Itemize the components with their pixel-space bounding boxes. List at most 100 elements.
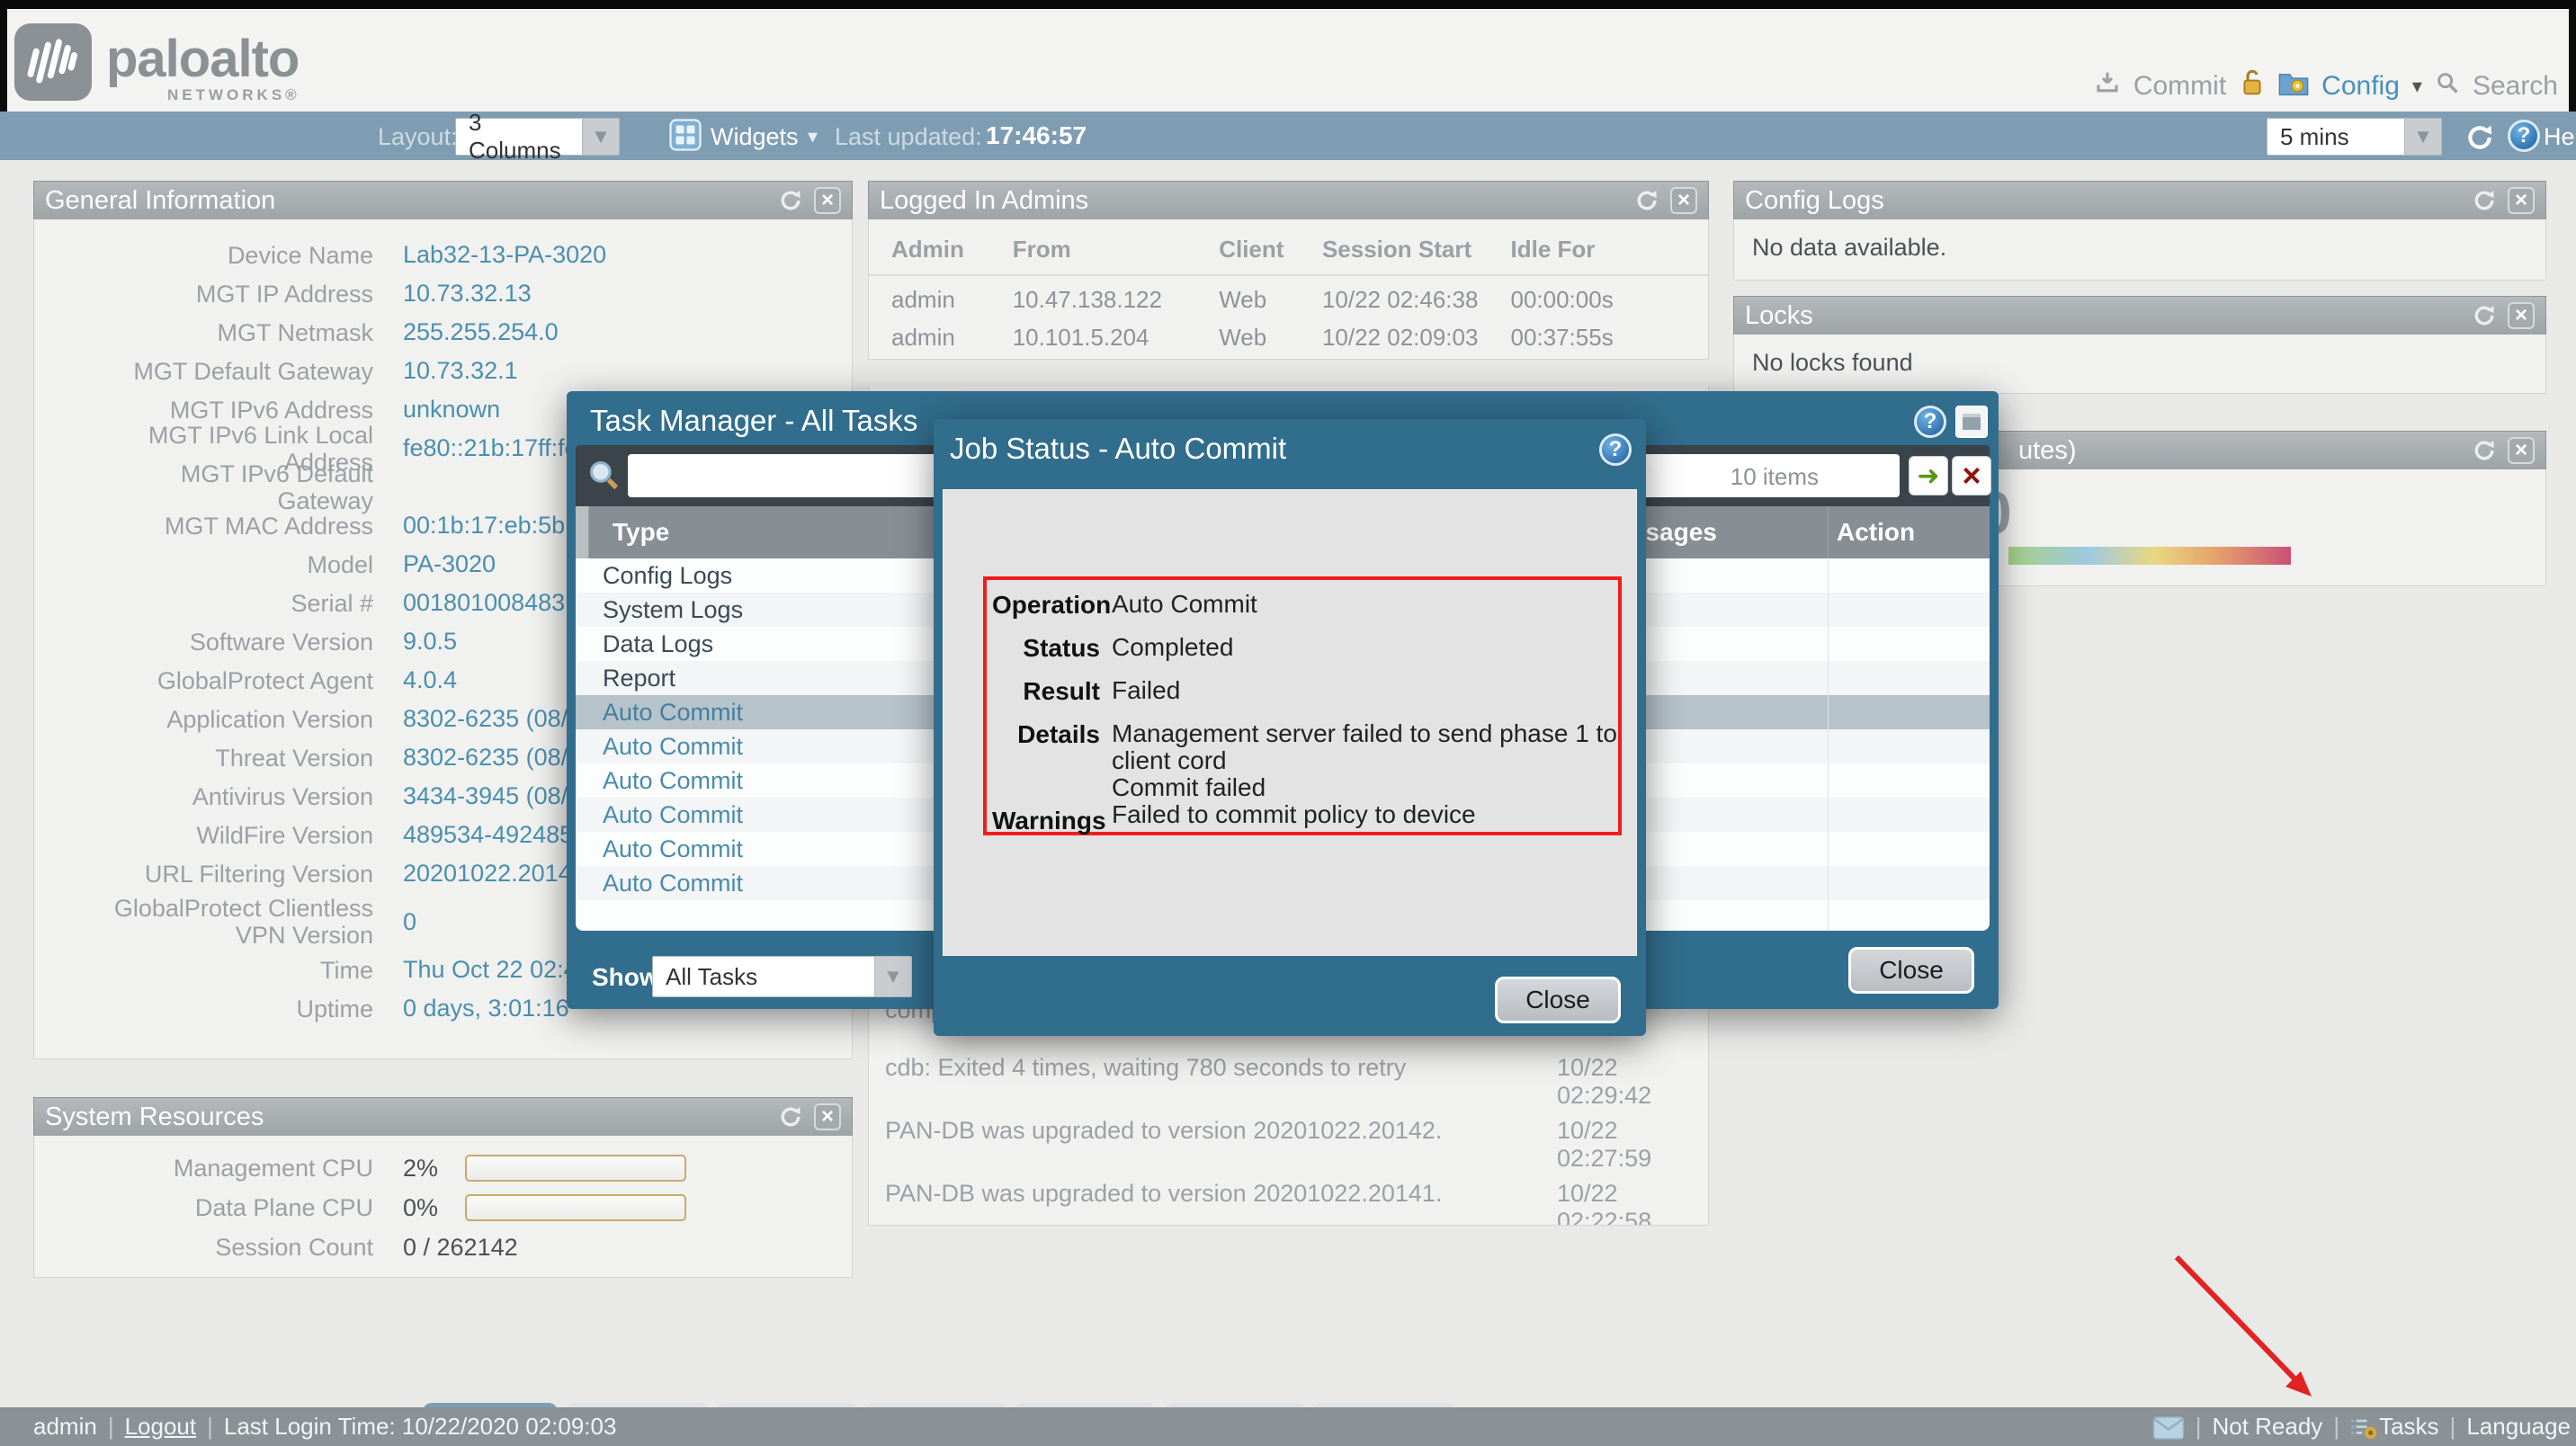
config-menu[interactable]: Config [2321,71,2400,102]
widget-refresh-icon[interactable] [776,186,805,215]
info-label: MGT MAC Address [85,513,373,540]
layout-select[interactable]: 3 Columns ▼ [455,118,620,156]
help-label[interactable]: Help [2544,123,2576,151]
widget-close-icon[interactable]: × [2508,187,2535,214]
field-label: Result [992,677,1100,706]
info-label: MGT IP Address [85,281,373,308]
clear-filter-button[interactable]: × [1952,456,1991,495]
field-label: Status [992,634,1100,663]
logged-in-admins-body: Admin From Client Session Start Idle For… [868,219,1709,360]
show-dropdown-icon[interactable]: ▼ [874,957,911,996]
widget-title-fragment: utes) [2018,436,2076,466]
info-value: 4.0.4 [403,666,457,694]
col-admin: Admin [891,236,1013,263]
locks-body: No locks found [1733,335,2546,394]
refresh-icon[interactable] [2464,122,2495,157]
widget-close-icon[interactable]: × [1670,187,1697,214]
paloalto-logo-icon [14,23,92,105]
tasks-icon [2350,1412,2379,1441]
field-value: Management server failed to send phase 1… [1112,720,1636,828]
resource-label: Data Plane CPU [85,1194,373,1221]
info-label: Uptime [85,995,373,1022]
table-row: admin 10.101.5.204 Web 10/22 02:09:03 00… [869,314,1708,352]
widget-close-icon[interactable]: × [814,1103,841,1130]
info-label: MGT Netmask [85,319,373,346]
info-label: GlobalProtect Agent [85,667,373,694]
window-left-edge [0,9,7,112]
pan-os-dashboard: paloalto NETWORKS® Dashboard ACC Monitor… [0,0,2576,1446]
table-left-strip [576,506,589,558]
resource-label: Session Count [85,1234,373,1261]
info-value: PA-3020 [403,550,496,578]
layout-dropdown-icon[interactable]: ▼ [582,119,619,155]
widget-title: Logged In Admins [880,186,1088,216]
info-label: Threat Version [85,745,373,772]
widget-close-icon[interactable]: × [2508,302,2535,329]
widget-refresh-icon[interactable] [2470,186,2499,215]
lock-icon[interactable] [2239,68,2266,104]
info-value: Lab32-13-PA-3020 [403,241,606,269]
general-information-header: General Information × [33,181,853,220]
refresh-interval-dropdown-icon[interactable]: ▼ [2404,119,2441,155]
last-updated-label: Last updated: [835,123,982,151]
field-value: Auto Commit [1112,591,1257,620]
envelope-icon [2152,1413,2185,1441]
help-icon[interactable]: ? [1914,406,1946,438]
system-resources-body: Management CPU 2% Data Plane CPU 0% Sess… [33,1136,853,1278]
config-caret-icon[interactable]: ▾ [2412,75,2422,98]
info-value: 0 [403,908,416,936]
info-label: URL Filtering Version [85,861,373,888]
log-row: PAN-DB was upgraded to version 20201022.… [885,1180,1692,1226]
widget-close-icon[interactable]: × [2508,437,2535,464]
empty-state-text: No data available. [1734,219,2545,276]
info-value: unknown [403,396,500,424]
tasks-button[interactable]: Tasks [2379,1413,2438,1441]
task-manager-close-button[interactable]: Close [1848,947,1974,994]
widgets-menu[interactable]: Widgets [711,123,799,151]
show-select[interactable]: All Tasks ▼ [652,956,912,997]
annotation-arrow [2150,1243,2339,1409]
search-button[interactable]: Search [2473,71,2558,102]
widget-close-icon[interactable]: × [814,187,841,214]
widget-refresh-icon[interactable] [2470,436,2499,465]
resource-value: 0 / 262142 [403,1234,518,1262]
widget-title: Config Logs [1745,186,1884,216]
info-label: Device Name [85,242,373,269]
widget-title: General Information [45,186,275,216]
widgets-grid-icon[interactable] [669,119,702,156]
show-label: Show [592,963,659,992]
field-label: Warnings [992,807,1100,835]
info-label: Application Version [85,706,373,733]
last-login-time: Last Login Time: 10/22/2020 02:09:03 [224,1413,617,1441]
apply-filter-button[interactable]: ➜ [1909,456,1948,495]
job-status-close-button[interactable]: Close [1495,977,1621,1023]
cpu-progress-bar [465,1194,686,1221]
commit-button[interactable]: Commit [2133,71,2226,102]
info-value: 20201022.20146 [403,860,586,888]
dialog-title: Task Manager - All Tasks [590,404,917,438]
refresh-interval-select[interactable]: 5 mins ▼ [2267,118,2442,156]
device-state-badge: Not Ready [2212,1413,2322,1441]
table-row: admin 10.47.138.122 Web 10/22 02:46:38 0… [869,276,1708,314]
cpu-progress-bar [465,1155,686,1182]
field-value: Completed [1112,634,1233,663]
widgets-caret-icon[interactable]: ▾ [808,125,818,148]
info-value: 9.0.5 [403,628,457,656]
logout-link[interactable]: Logout [125,1413,197,1441]
widget-refresh-icon[interactable] [776,1102,805,1131]
widget-refresh-icon[interactable] [2470,301,2499,330]
help-icon[interactable]: ? [1599,433,1632,466]
info-label: Software Version [85,629,373,656]
help-icon[interactable]: ? [2508,120,2540,152]
restore-window-icon[interactable] [1955,406,1988,438]
col-client: Client [1219,236,1322,263]
window-right-edge [2569,9,2576,112]
widget-refresh-icon[interactable] [1632,186,1661,215]
info-label: Antivirus Version [85,783,373,810]
language-button[interactable]: Language [2466,1413,2571,1441]
field-label: Operation [992,591,1100,620]
resource-value: 2% [403,1155,438,1183]
layout-value: 3 Columns [456,119,582,155]
log-row: cdb: Exited 4 times, waiting 780 seconds… [885,1054,1692,1110]
logged-in-user: admin [33,1413,97,1441]
